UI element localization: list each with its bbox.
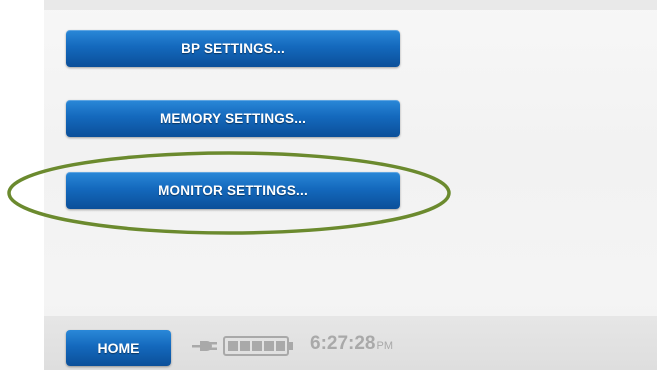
battery-icon xyxy=(223,336,293,356)
clock-ampm: PM xyxy=(376,340,394,352)
home-button[interactable]: HOME xyxy=(66,330,171,366)
top-bar xyxy=(44,0,657,10)
monitor-settings-button[interactable]: MONITOR SETTINGS... xyxy=(66,172,400,209)
bp-settings-button[interactable]: BP SETTINGS... xyxy=(66,30,400,67)
clock: 6:27:28PM xyxy=(310,333,393,355)
plug-icon xyxy=(192,341,217,351)
clock-time: 6:27:28 xyxy=(310,333,376,354)
memory-settings-button[interactable]: MEMORY SETTINGS... xyxy=(66,100,400,137)
